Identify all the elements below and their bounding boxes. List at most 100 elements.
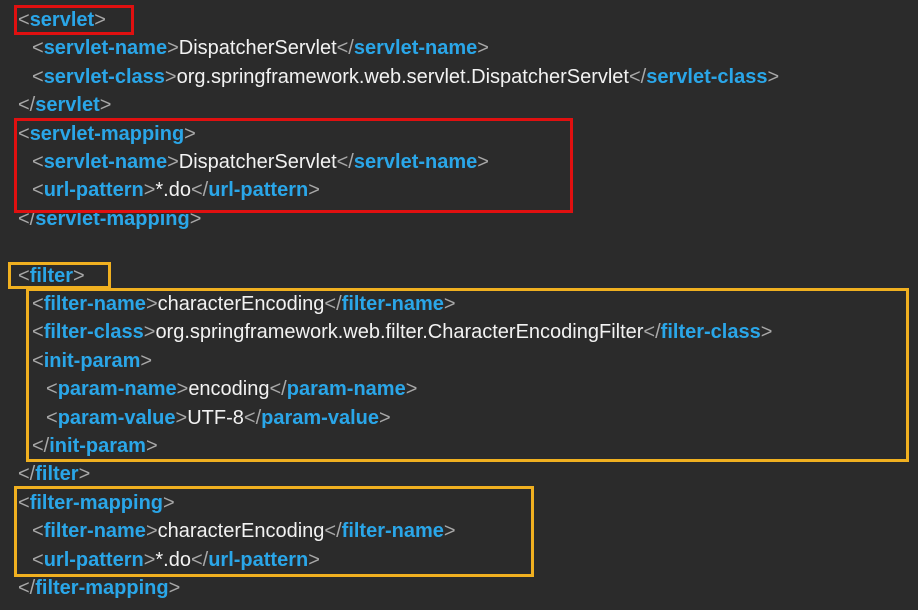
bracket-token: </	[269, 378, 287, 401]
bracket-token: >	[189, 207, 202, 230]
bracket-token: >	[405, 378, 418, 401]
bracket-token: >	[176, 378, 189, 401]
tag-name-token: servlet-mapping	[29, 122, 185, 145]
code-line: </servlet>	[18, 91, 111, 119]
tag-name-token: param-value	[57, 406, 176, 429]
tag-name-token: filter-name	[341, 520, 444, 543]
text-content-token: DispatcherServlet	[178, 151, 337, 173]
bracket-token: >	[175, 406, 188, 429]
code-line: <servlet-name>DispatcherServlet</servlet…	[32, 34, 489, 62]
bracket-token: >	[767, 65, 780, 88]
bracket-token: </	[190, 179, 209, 202]
bracket-token: >	[145, 293, 158, 315]
bracket-token: <	[18, 491, 30, 514]
bracket-token: </	[324, 293, 342, 315]
bracket-token: >	[94, 9, 106, 31]
tag-name-token: init-param	[49, 435, 146, 457]
code-line: <init-param>	[32, 347, 152, 375]
code-line: </init-param>	[32, 432, 158, 460]
bracket-token: >	[143, 548, 156, 571]
tag-name-token: init-param	[43, 349, 141, 372]
code-line: <param-value>UTF-8</param-value>	[46, 404, 391, 432]
code-line: <filter-mapping>	[18, 489, 175, 517]
text-content-token: UTF-8	[187, 406, 244, 429]
tag-name-token: url-pattern	[43, 179, 144, 202]
code-line: <filter-name>characterEncoding</filter-n…	[32, 517, 456, 545]
bracket-token: <	[32, 321, 44, 344]
bracket-token: >	[477, 151, 489, 173]
code-line: <servlet-name>DispatcherServlet</servlet…	[32, 148, 489, 176]
bracket-token: <	[32, 520, 44, 543]
bracket-token: >	[443, 520, 456, 543]
bracket-token: >	[99, 94, 112, 117]
tag-name-token: servlet-name	[43, 37, 168, 60]
bracket-token: >	[308, 179, 320, 202]
tag-name-token: servlet-class	[43, 65, 165, 88]
code-line: <filter-class>org.springframework.web.fi…	[32, 318, 772, 346]
bracket-token: >	[145, 435, 158, 457]
bracket-token: </	[243, 406, 262, 429]
code-line: </filter>	[18, 460, 90, 488]
tag-name-token: filter-mapping	[29, 491, 164, 514]
tag-name-token: servlet-name	[43, 151, 168, 173]
tag-name-token: filter	[35, 463, 79, 486]
bracket-token: >	[73, 264, 85, 287]
bracket-token: </	[18, 463, 36, 486]
code-line: <servlet-mapping>	[18, 120, 196, 148]
bracket-token: </	[32, 435, 50, 457]
bracket-token: <	[32, 37, 44, 60]
bracket-token: >	[164, 65, 177, 88]
bracket-token: >	[78, 463, 91, 486]
code-line: <url-pattern>*.do</url-pattern>	[32, 176, 320, 204]
code-line: <servlet-class>org.springframework.web.s…	[32, 63, 779, 91]
tag-name-token: filter-name	[43, 293, 146, 315]
tag-name-token: url-pattern	[208, 179, 309, 202]
text-content-token: characterEncoding	[157, 293, 325, 315]
bracket-token: >	[145, 520, 158, 543]
tag-name-token: filter-name	[43, 520, 146, 543]
xml-code-editor[interactable]: <servlet> <servlet-name>DispatcherServlet…	[0, 0, 918, 610]
bracket-token: >	[760, 321, 773, 344]
code-line: <servlet>	[18, 6, 106, 34]
code-line: <filter-name>characterEncoding</filter-n…	[32, 290, 456, 318]
tag-name-token: filter	[29, 264, 74, 287]
tag-name-token: param-name	[57, 378, 177, 401]
bracket-token: >	[167, 37, 179, 60]
bracket-token: <	[32, 179, 44, 202]
bracket-token: <	[18, 9, 30, 31]
bracket-token: <	[46, 378, 58, 401]
tag-name-token: filter-mapping	[35, 577, 169, 599]
code-line: </filter-mapping>	[18, 574, 180, 602]
tag-name-token: param-name	[286, 378, 406, 401]
bracket-token: <	[32, 151, 44, 173]
tag-name-token: filter-class	[43, 321, 144, 344]
tag-name-token: servlet-name	[353, 37, 478, 60]
tag-name-token: filter-name	[341, 293, 444, 315]
bracket-token: <	[46, 406, 58, 429]
tag-name-token: url-pattern	[208, 548, 309, 571]
tag-name-token: param-value	[261, 406, 379, 429]
tag-name-token: servlet	[29, 9, 95, 31]
code-line: <filter>	[18, 262, 85, 290]
bracket-token: </	[18, 94, 36, 117]
bracket-token: </	[336, 151, 354, 173]
bracket-token: >	[308, 548, 320, 571]
tag-name-token: servlet-mapping	[35, 207, 190, 230]
bracket-token: </	[190, 548, 209, 571]
bracket-token: >	[168, 577, 181, 599]
bracket-token: </	[324, 520, 342, 543]
text-content-token: *.do	[155, 179, 191, 202]
bracket-token: <	[18, 264, 30, 287]
bracket-token: >	[140, 349, 153, 372]
code-line: <param-name>encoding</param-name>	[46, 375, 417, 403]
tag-name-token: servlet	[35, 94, 100, 117]
code-line: </servlet-mapping>	[18, 205, 201, 233]
bracket-token: <	[32, 65, 44, 88]
tag-name-token: servlet-name	[353, 151, 478, 173]
bracket-token: <	[32, 349, 44, 372]
bracket-token: </	[336, 37, 354, 60]
text-content-token: org.springframework.web.servlet.Dispatch…	[176, 65, 629, 88]
code-line: <url-pattern>*.do</url-pattern>	[32, 546, 320, 574]
bracket-token: <	[18, 122, 30, 145]
bracket-token: </	[628, 65, 647, 88]
